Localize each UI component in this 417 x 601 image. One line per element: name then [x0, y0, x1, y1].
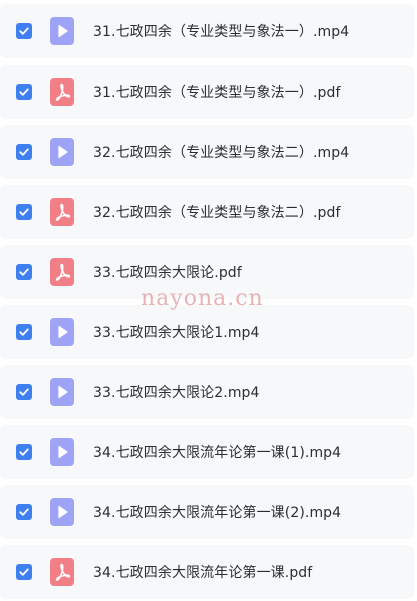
video-file-icon: [50, 17, 74, 45]
video-file-icon: [50, 318, 74, 346]
video-file-icon: [50, 438, 74, 466]
pdf-file-icon: [50, 78, 74, 106]
video-file-icon: [50, 438, 74, 466]
checkbox[interactable]: [16, 564, 32, 580]
file-row[interactable]: 32.七政四余（专业类型与象法二）.pdf: [0, 185, 414, 239]
file-name: 31.七政四余（专业类型与象法一）.mp4: [93, 24, 350, 40]
check-icon: [19, 388, 29, 396]
video-file-icon: [50, 498, 74, 526]
file-name: 32.七政四余（专业类型与象法二）.mp4: [93, 145, 350, 161]
file-row[interactable]: 33.七政四余大限论1.mp4: [0, 305, 414, 359]
file-name: 32.七政四余（专业类型与象法二）.pdf: [93, 205, 341, 221]
pdf-file-icon: [50, 198, 74, 226]
file-name: 34.七政四余大限流年论第一课(1).mp4: [93, 445, 342, 461]
video-file-icon: [50, 138, 74, 166]
checkbox[interactable]: [16, 144, 32, 160]
video-file-icon: [50, 498, 74, 526]
check-icon: [19, 208, 29, 216]
pdf-file-icon: [50, 78, 74, 106]
file-name: 34.七政四余大限流年论第一课.pdf: [93, 565, 313, 581]
video-file-icon: [50, 378, 74, 406]
check-icon: [19, 448, 29, 456]
file-row[interactable]: 31.七政四余（专业类型与象法一）.pdf: [0, 65, 414, 119]
video-file-icon: [50, 318, 74, 346]
checkbox[interactable]: [16, 204, 32, 220]
video-file-icon: [50, 17, 74, 45]
pdf-file-icon: [50, 258, 74, 286]
file-name: 33.七政四余大限论1.mp4: [93, 325, 260, 341]
file-row[interactable]: 31.七政四余（专业类型与象法一）.mp4: [0, 4, 414, 58]
checkbox[interactable]: [16, 444, 32, 460]
file-row[interactable]: 33.七政四余大限论.pdf: [0, 245, 414, 299]
checkbox[interactable]: [16, 504, 32, 520]
check-icon: [19, 88, 29, 96]
pdf-file-icon: [50, 558, 74, 586]
checkbox[interactable]: [16, 264, 32, 280]
file-row[interactable]: 34.七政四余大限流年论第一课.pdf: [0, 545, 414, 599]
checkbox[interactable]: [16, 384, 32, 400]
pdf-file-icon: [50, 258, 74, 286]
file-name: 31.七政四余（专业类型与象法一）.pdf: [93, 85, 341, 101]
video-file-icon: [50, 378, 74, 406]
check-icon: [19, 27, 29, 35]
check-icon: [19, 508, 29, 516]
file-row[interactable]: 33.七政四余大限论2.mp4: [0, 365, 414, 419]
check-icon: [19, 148, 29, 156]
checkbox[interactable]: [16, 84, 32, 100]
check-icon: [19, 328, 29, 336]
file-row[interactable]: 32.七政四余（专业类型与象法二）.mp4: [0, 125, 414, 179]
file-name: 34.七政四余大限流年论第一课(2).mp4: [93, 505, 342, 521]
file-name: 33.七政四余大限论2.mp4: [93, 385, 260, 401]
checkbox[interactable]: [16, 23, 32, 39]
file-list: 31.七政四余（专业类型与象法一）.mp4 31.七政四余（专业类型与象法一）.…: [0, 0, 417, 601]
checkbox[interactable]: [16, 324, 32, 340]
pdf-file-icon: [50, 558, 74, 586]
file-name: 33.七政四余大限论.pdf: [93, 265, 242, 281]
video-file-icon: [50, 138, 74, 166]
file-row[interactable]: 34.七政四余大限流年论第一课(1).mp4: [0, 425, 414, 479]
pdf-file-icon: [50, 198, 74, 226]
check-icon: [19, 568, 29, 576]
file-row[interactable]: 34.七政四余大限流年论第一课(2).mp4: [0, 485, 414, 539]
check-icon: [19, 268, 29, 276]
